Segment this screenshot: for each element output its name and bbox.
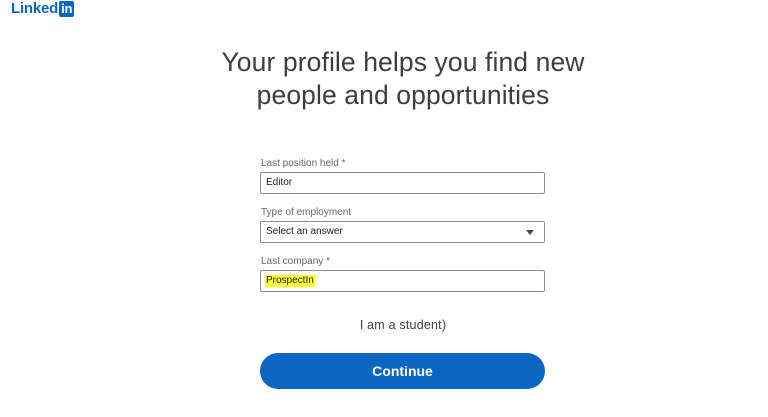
logo-wordmark: Linked — [11, 0, 59, 17]
page-headline: Your profile helps you find new people a… — [0, 46, 768, 112]
headline-line-2: people and opportunities — [256, 80, 550, 110]
onboarding-page: Linked in Your profile helps you find ne… — [0, 0, 768, 417]
employment-type-value: Select an answer — [266, 226, 343, 237]
position-input[interactable]: Editor — [260, 172, 545, 194]
employment-type-label: Type of employment — [261, 207, 352, 218]
chevron-down-icon — [526, 230, 534, 235]
logo-in-box: in — [59, 1, 75, 17]
continue-button[interactable]: Continue — [260, 353, 545, 389]
position-value: Editor — [266, 177, 293, 188]
company-label: Last company * — [261, 256, 330, 267]
employment-type-select[interactable]: Select an answer — [260, 221, 545, 243]
company-value: ProspectIn — [265, 275, 315, 287]
student-link[interactable]: I am a student) — [0, 318, 768, 332]
headline-line-1: Your profile helps you find new — [221, 47, 585, 77]
company-input[interactable]: ProspectIn — [260, 270, 545, 292]
linkedin-logo[interactable]: Linked in — [11, 0, 75, 18]
position-label: Last position held * — [261, 158, 346, 169]
